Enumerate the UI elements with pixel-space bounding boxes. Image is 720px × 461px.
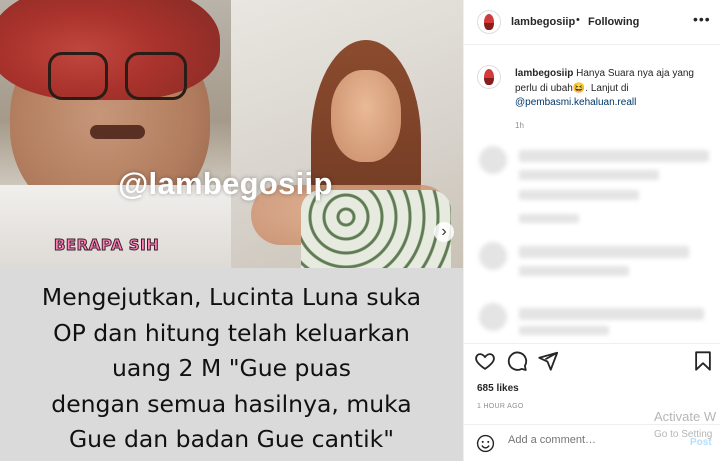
header-username[interactable]: lambegosiip [511, 16, 575, 28]
comment-input[interactable] [508, 434, 658, 446]
share-icon[interactable] [537, 350, 559, 372]
blurred-comment [519, 214, 579, 223]
blurred-comment [479, 146, 507, 174]
blurred-comment [519, 190, 639, 200]
comment-time: 1h [515, 121, 524, 130]
activate-windows-subtitle: Go to Setting [654, 429, 713, 440]
caption-line: Mengejutkan, Lucinta Luna suka [41, 283, 422, 311]
following-button[interactable]: Following [588, 16, 639, 28]
watermark-text: @lambegosiip [118, 166, 333, 201]
bookmark-icon[interactable] [692, 350, 714, 372]
mention-link[interactable]: @pembasmi.kehaluan.reall [515, 97, 636, 108]
next-image-button[interactable]: › [434, 222, 454, 242]
post-header: lambegosiip • Following ••• [464, 0, 720, 45]
mouth-man [90, 125, 145, 139]
blurred-comment [519, 170, 659, 180]
sticker-text: BERAPA SIH [53, 236, 160, 255]
blurred-comment [519, 150, 709, 162]
comment-username[interactable]: lambegosiip [515, 68, 573, 79]
caption-line: OP dan hitung telah keluarkan [53, 318, 410, 347]
avatar[interactable] [477, 10, 501, 34]
caption-area: Mengejutkan, Lucinta Luna suka OP dan hi… [0, 268, 463, 461]
post-sidebar: lambegosiip • Following ••• lambegosiip … [463, 0, 720, 461]
photo-man [0, 0, 231, 268]
heart-icon[interactable] [474, 350, 496, 372]
blurred-comment [519, 308, 704, 320]
likes-count[interactable]: 685 likes [477, 383, 519, 394]
photo-woman [231, 0, 463, 268]
comment-icon[interactable] [506, 350, 528, 372]
blurred-comment [519, 246, 689, 258]
more-options-icon[interactable]: ••• [693, 11, 711, 27]
blurred-comment [519, 326, 609, 335]
caption-line: Gue dan badan Gue cantik" [68, 425, 395, 453]
caption-line: dengan semua hasilnya, muka [51, 389, 412, 418]
activate-windows-title: Activate W [654, 409, 717, 424]
blurred-comment [479, 242, 507, 270]
face-woman [331, 70, 401, 162]
post-time: 1 HOUR AGO [477, 403, 524, 410]
action-bar [464, 343, 720, 377]
comment-body: lambegosiip Hanya Suara nya aja yang per… [515, 67, 715, 111]
blurred-comment [519, 266, 629, 276]
red-hair [0, 0, 220, 100]
emoji-icon[interactable] [476, 434, 495, 453]
avatar[interactable] [477, 65, 501, 89]
glasses-right-lens [125, 52, 187, 100]
blurred-comment [479, 303, 507, 331]
separator-dot: • [576, 14, 580, 26]
caption-text: Mengejutkan, Lucinta Luna suka OP dan hi… [0, 280, 463, 458]
caption-line: uang 2 M "Gue puas [111, 354, 352, 382]
glasses-left-lens [48, 52, 108, 100]
post-media[interactable]: @lambegosiip BERAPA SIH › Mengejutkan, L… [0, 0, 463, 461]
